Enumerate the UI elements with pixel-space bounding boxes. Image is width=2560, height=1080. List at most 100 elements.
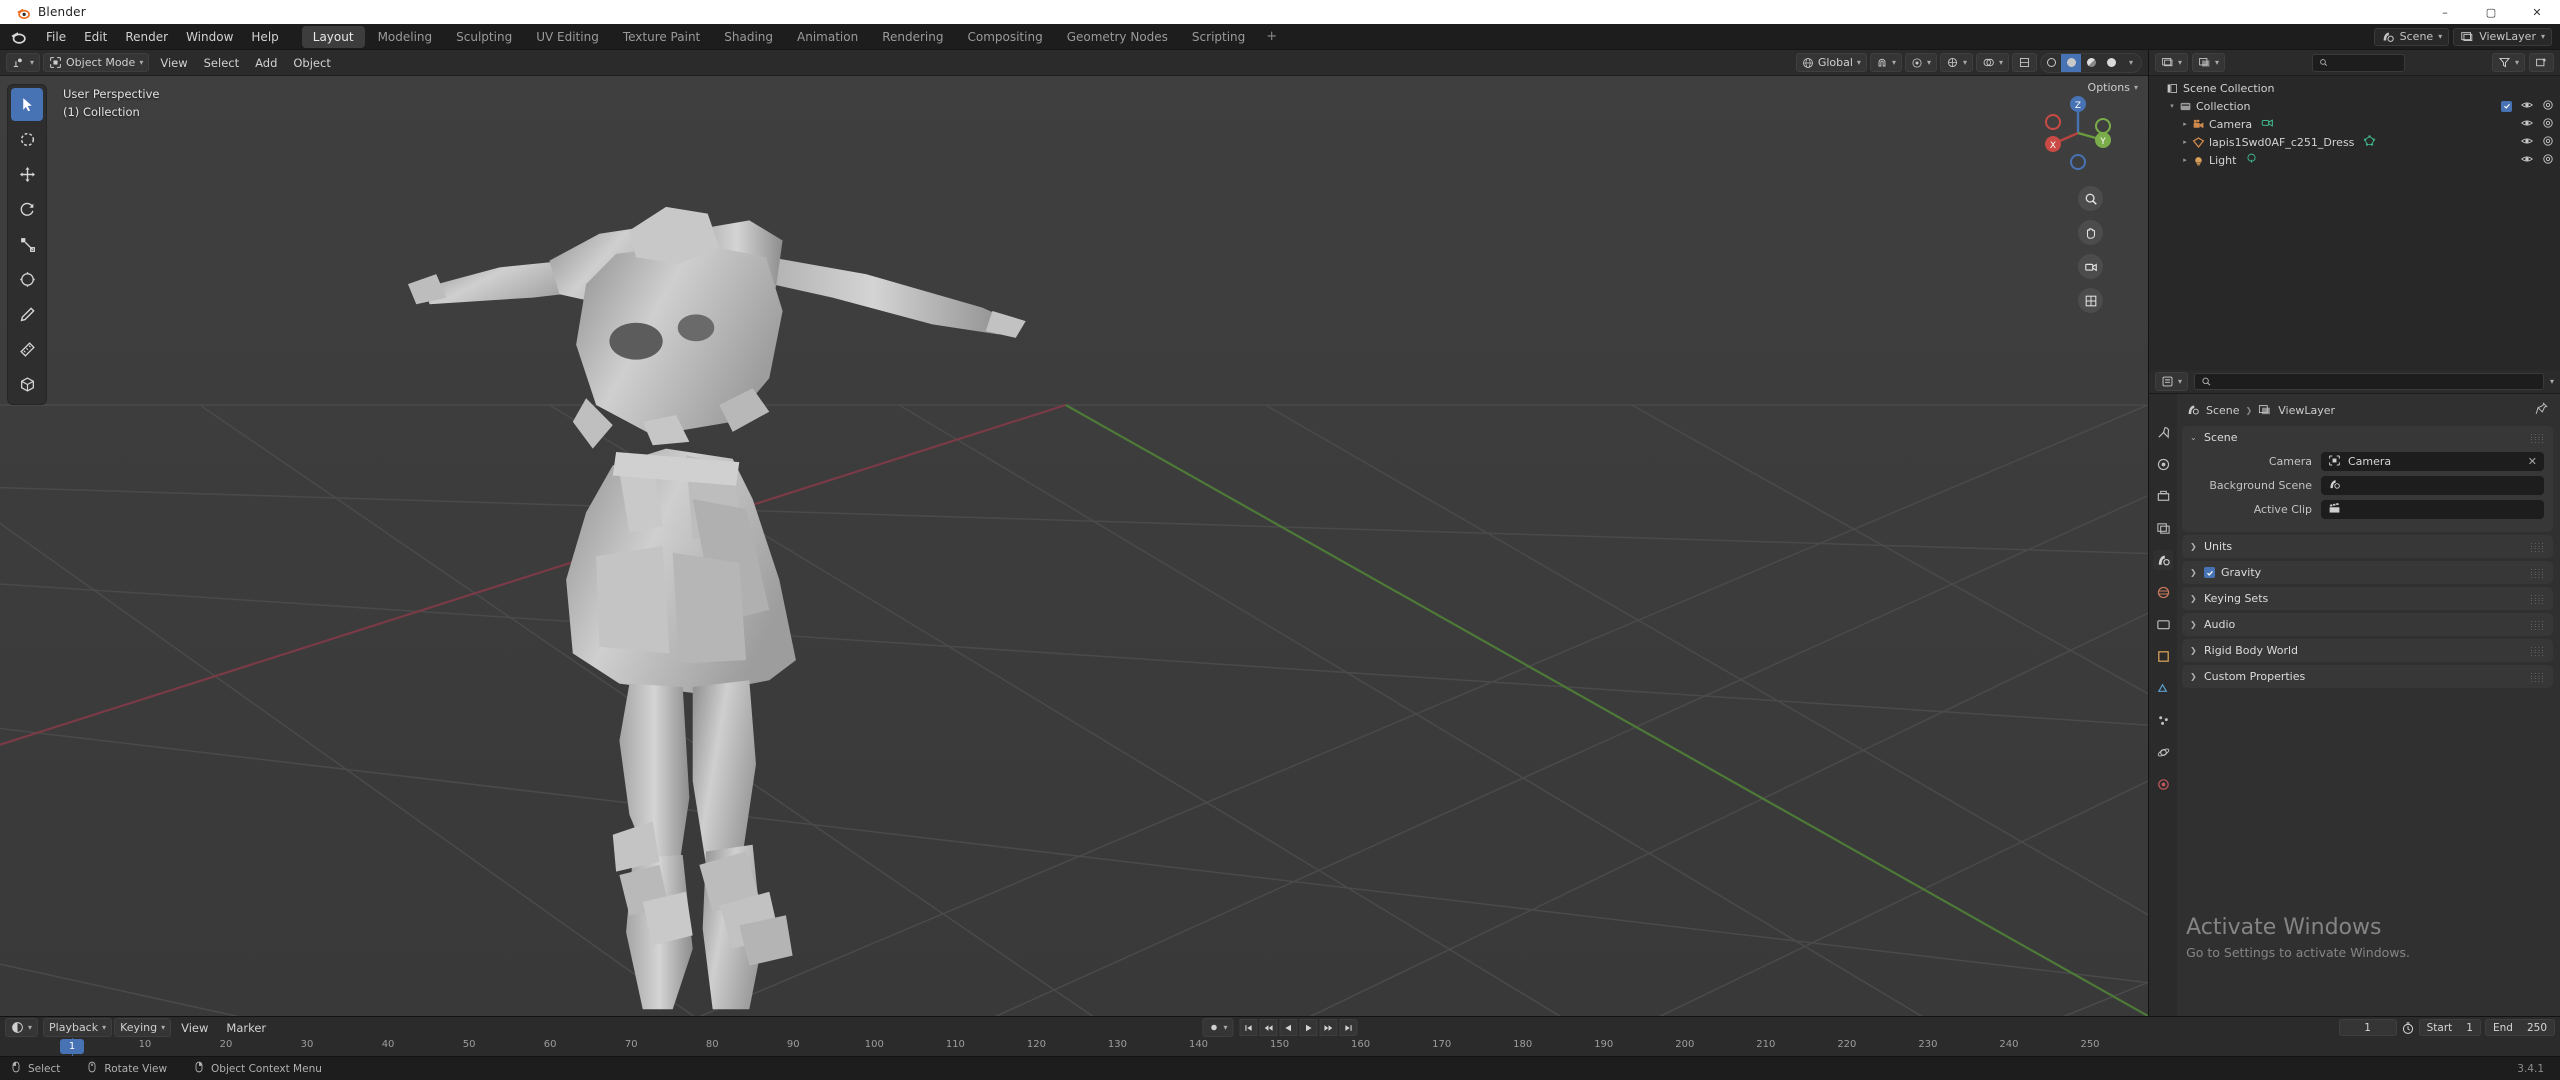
editor-type-button[interactable]: ▾	[6, 53, 41, 72]
jump-to-end-button[interactable]	[1339, 1019, 1358, 1036]
collection-properties-tab[interactable]	[2153, 614, 2173, 634]
panel-drag-grip[interactable]: ::::::::	[2530, 592, 2545, 605]
outliner-row[interactable]: ▸ Light	[2149, 151, 2560, 169]
annotate-tool-button[interactable]	[11, 298, 43, 331]
timeline-editor-type-button[interactable]: ▾	[5, 1018, 39, 1037]
workspace-tab-shading[interactable]: Shading	[713, 26, 784, 48]
properties-search-input[interactable]	[2216, 376, 2537, 387]
outliner-filter-button[interactable]: ▾	[2491, 53, 2525, 72]
move-tool-button[interactable]	[11, 158, 43, 191]
workspace-tab-layout[interactable]: Layout	[301, 25, 365, 48]
transform-tool-button[interactable]	[11, 263, 43, 296]
outliner-search-box[interactable]	[2312, 53, 2405, 72]
panel-header-audio[interactable]: ❯ Audio::::::::	[2182, 613, 2553, 636]
workspace-tab-rendering[interactable]: Rendering	[871, 26, 954, 48]
physics-properties-tab[interactable]	[2153, 742, 2173, 762]
top-menu-help[interactable]: Help	[242, 27, 287, 47]
scene-selector[interactable]: Scene ▾	[2373, 27, 2450, 46]
maximize-button[interactable]: ▢	[2468, 0, 2514, 24]
timeline-menu-playback[interactable]: Playback ▾	[43, 1018, 113, 1037]
outliner-row[interactable]: ▾ Collection	[2149, 97, 2560, 115]
timeline-ruler[interactable]: 10 20 30 40 50 60 70 80 90 100 110 120 130 140 150 160 1…	[0, 1038, 2560, 1056]
character-mesh[interactable]	[0, 76, 2148, 1016]
outliner-exclude-checkbox[interactable]	[2501, 100, 2512, 112]
transform-orientation-selector[interactable]: Global ▾	[1795, 53, 1867, 72]
viewport-menu-select[interactable]: Select	[196, 53, 247, 73]
auto-keying-button[interactable]: ▾	[1202, 1018, 1234, 1037]
rotate-tool-button[interactable]	[11, 193, 43, 226]
particles-properties-tab[interactable]	[2153, 710, 2173, 730]
panel-drag-grip[interactable]: ::::::::	[2530, 540, 2545, 553]
panel-drag-grip[interactable]: ::::::::	[2530, 670, 2545, 683]
eye-icon[interactable]	[2521, 99, 2533, 114]
play-reverse-button[interactable]	[1279, 1019, 1298, 1036]
material-preview-button[interactable]	[2081, 54, 2101, 72]
blender-menu-icon[interactable]	[10, 28, 27, 45]
outliner-row[interactable]: ▸ Camera	[2149, 115, 2560, 133]
timeline-menu-keying[interactable]: Keying ▾	[114, 1018, 172, 1037]
viewport-gizmo-toggle[interactable]: ▾	[1939, 53, 1973, 72]
modifier-properties-tab[interactable]	[2153, 678, 2173, 698]
scene-properties-tab[interactable]	[2153, 550, 2173, 570]
breadcrumb-viewlayer[interactable]: ViewLayer	[2278, 404, 2335, 417]
add-workspace-button[interactable]: +	[1258, 27, 1285, 46]
new-collection-button[interactable]	[2529, 53, 2554, 72]
render-visibility-icon[interactable]	[2542, 153, 2554, 168]
panel-header-units[interactable]: ❯ Units::::::::	[2182, 535, 2553, 558]
render-visibility-icon[interactable]	[2542, 99, 2554, 114]
outliner-row[interactable]: Scene Collection	[2149, 79, 2560, 97]
outliner-search-input[interactable]	[2333, 56, 2398, 69]
overlays-toggle[interactable]: ▾	[1975, 53, 2009, 72]
tweak-tool-button[interactable]	[11, 88, 43, 121]
scale-tool-button[interactable]	[11, 228, 43, 261]
outliner-row[interactable]: ▸ lapis1Swd0AF_c251_Dress	[2149, 133, 2560, 151]
jump-to-next-keyframe-button[interactable]	[1319, 1019, 1338, 1036]
top-menu-file[interactable]: File	[37, 27, 75, 47]
top-menu-edit[interactable]: Edit	[75, 27, 116, 47]
property-field-background-scene[interactable]	[2321, 476, 2544, 495]
top-menu-render[interactable]: Render	[116, 27, 177, 47]
panel-drag-grip[interactable]: ::::::::	[2530, 566, 2545, 579]
chevron-right-icon[interactable]: ▸	[2179, 120, 2191, 128]
panel-header-rigid-body-world[interactable]: ❯ Rigid Body World::::::::	[2182, 639, 2553, 662]
navigation-gizmo[interactable]: Z X Y	[2035, 90, 2121, 176]
select-box-tool-button[interactable]	[11, 123, 43, 156]
close-button[interactable]: ✕	[2514, 0, 2560, 24]
pan-view-button[interactable]	[2078, 220, 2103, 245]
workspace-tab-modeling[interactable]: Modeling	[367, 26, 444, 48]
stopwatch-icon[interactable]	[2401, 1021, 2415, 1035]
panel-header-custom-properties[interactable]: ❯ Custom Properties::::::::	[2182, 665, 2553, 688]
measure-tool-button[interactable]	[11, 333, 43, 366]
jump-to-start-button[interactable]	[1239, 1019, 1258, 1036]
current-frame-field[interactable]: 1	[2338, 1019, 2397, 1036]
viewlayer-selector[interactable]: ViewLayer ▾	[2453, 27, 2552, 46]
outliner-editor-type-button[interactable]: ▾	[2155, 53, 2189, 72]
property-field-active-clip[interactable]	[2321, 500, 2544, 519]
outliner-display-mode-button[interactable]: ▾	[2192, 53, 2226, 72]
panel-drag-grip[interactable]: ::::::::	[2530, 618, 2545, 631]
workspace-tab-geometry-nodes[interactable]: Geometry Nodes	[1056, 26, 1179, 48]
breadcrumb-scene[interactable]: Scene	[2206, 404, 2240, 417]
object-mode-selector[interactable]: Object Mode ▾	[43, 53, 150, 72]
panel-header-scene[interactable]: ⌄ Scene::::::::	[2182, 426, 2553, 449]
property-field-camera[interactable]: Camera ✕	[2321, 452, 2544, 471]
mesh-data-icon[interactable]	[2363, 134, 2376, 150]
properties-search-box[interactable]	[2194, 373, 2544, 390]
solid-shading-button[interactable]	[2061, 53, 2081, 72]
object-properties-tab[interactable]	[2153, 646, 2173, 666]
world-properties-tab[interactable]	[2153, 582, 2173, 602]
viewport-options-button[interactable]: Options ▾	[2088, 81, 2138, 94]
3d-viewport[interactable]: User Perspective (1) Collection Options …	[0, 76, 2148, 1016]
render-visibility-icon[interactable]	[2542, 135, 2554, 150]
minimize-button[interactable]: –	[2422, 0, 2468, 24]
chevron-right-icon[interactable]: ▸	[2179, 138, 2191, 146]
panel-drag-grip[interactable]: ::::::::	[2530, 431, 2545, 444]
start-frame-field[interactable]: Start 1	[2418, 1019, 2481, 1036]
panel-enable-checkbox[interactable]	[2204, 567, 2215, 578]
toggle-ortho-perspective-button[interactable]	[2078, 288, 2103, 313]
chevron-right-icon[interactable]: ▸	[2179, 156, 2191, 164]
workspace-tab-texture-paint[interactable]: Texture Paint	[612, 26, 711, 48]
camera-view-button[interactable]	[2078, 254, 2103, 279]
workspace-tab-uv-editing[interactable]: UV Editing	[525, 26, 610, 48]
top-menu-window[interactable]: Window	[177, 27, 242, 47]
